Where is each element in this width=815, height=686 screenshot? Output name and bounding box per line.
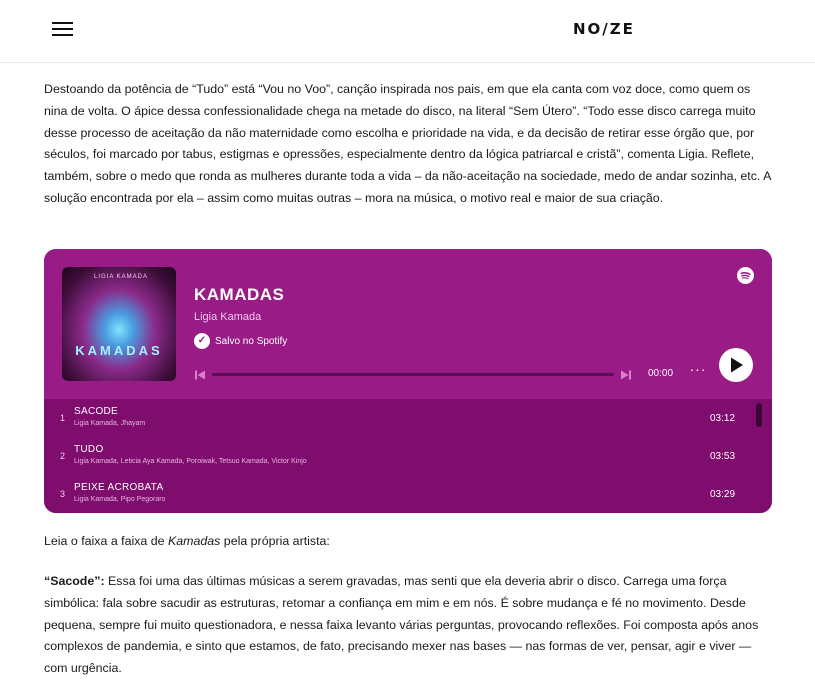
track-heading: “Sacode”:: [44, 574, 105, 588]
track-row[interactable]: 3 PEIXE ACROBATA Ligia Kamada, Pipo Pego…: [44, 475, 772, 513]
article-paragraph: “Sacode”: Essa foi uma das últimas músic…: [44, 571, 774, 680]
previous-icon[interactable]: [194, 368, 206, 380]
album-title[interactable]: KAMADAS: [194, 285, 284, 305]
saved-to-spotify-button[interactable]: ✓ Salvo no Spotify: [194, 333, 287, 349]
article-paragraph: Leia o faixa a faixa de Kamadas pela pró…: [44, 531, 774, 553]
progress-bar[interactable]: [212, 373, 614, 376]
more-icon[interactable]: ···: [689, 361, 707, 377]
track-duration: 03:29: [710, 489, 736, 500]
spotify-embed-player: LIGIA KAMADA KAMADAS KAMADAS Ligia Kamad…: [44, 249, 772, 513]
site-logo[interactable]: NO/ZE: [573, 20, 635, 38]
track-number: 2: [60, 451, 66, 461]
article-paragraph: Destoando da potência de “Tudo” está “Vo…: [44, 82, 771, 205]
track-duration: 03:53: [710, 451, 736, 462]
next-icon[interactable]: [620, 368, 632, 380]
track-duration: 03:12: [710, 413, 736, 424]
album-cover[interactable]: LIGIA KAMADA KAMADAS: [62, 267, 176, 381]
playback-time: 00:00: [648, 368, 674, 379]
player-header: LIGIA KAMADA KAMADAS KAMADAS Ligia Kamad…: [44, 249, 772, 399]
track-number: 1: [60, 413, 66, 423]
spotify-logo-icon[interactable]: [737, 267, 754, 284]
track-row[interactable]: 1 SACODE Ligia Kamada, Jhayam 03:12: [44, 399, 772, 437]
saved-label: Salvo no Spotify: [215, 335, 288, 347]
album-name-italic: Kamadas: [168, 534, 221, 548]
track-row[interactable]: 2 TUDO Ligia Kamada, Leticia Aya Kamada,…: [44, 437, 772, 475]
play-icon[interactable]: [719, 348, 753, 382]
track-name: SACODE: [74, 406, 119, 417]
track-list-scrollbar[interactable]: [756, 403, 762, 427]
track-artists[interactable]: Ligia Kamada, Pipo Pegoraro: [74, 496, 165, 503]
track-artists[interactable]: Ligia Kamada, Leticia Aya Kamada, Poroiw…: [74, 458, 307, 465]
paragraph-text: pela própria artista:: [220, 534, 330, 548]
paragraph-text: Leia o faixa a faixa de: [44, 534, 168, 548]
site-header: NO/ZE: [0, 0, 815, 63]
track-name: TUDO: [74, 444, 104, 455]
track-name: PEIXE ACROBATA: [74, 482, 164, 493]
paragraph-text: Essa foi uma das últimas músicas a serem…: [44, 574, 759, 676]
cover-artist-text: LIGIA KAMADA: [94, 274, 149, 280]
hamburger-menu-icon[interactable]: [50, 20, 76, 40]
cover-title-text: KAMADAS: [75, 343, 163, 358]
track-list: 1 SACODE Ligia Kamada, Jhayam 03:12 2 TU…: [44, 399, 772, 513]
check-icon: ✓: [194, 333, 210, 349]
track-number: 3: [60, 489, 66, 499]
track-artists[interactable]: Ligia Kamada, Jhayam: [74, 420, 145, 427]
artist-link[interactable]: Ligia Kamada: [194, 311, 261, 323]
